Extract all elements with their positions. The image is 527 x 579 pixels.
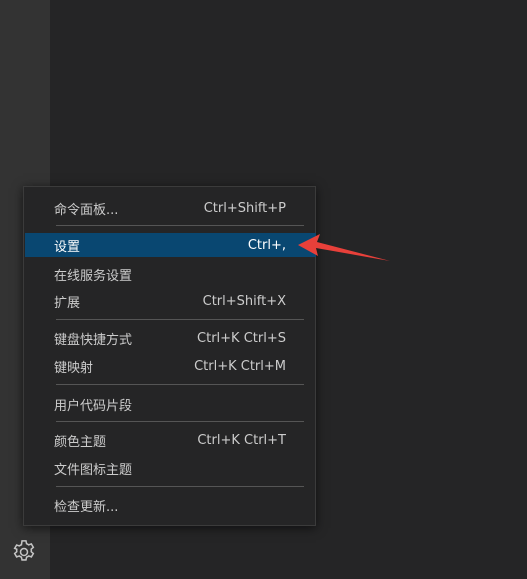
menu-item-shortcut: Ctrl+Shift+P [203,200,286,216]
menu-item-shortcut: Ctrl+, [247,237,286,253]
menu-item-keymaps[interactable]: 键映射 Ctrl+K Ctrl+M [25,354,316,378]
menu-separator [56,421,304,422]
menu-item-online-services-settings[interactable]: 在线服务设置 [25,262,316,286]
menu-item-color-theme[interactable]: 颜色主题 Ctrl+K Ctrl+T [25,428,316,452]
menu-item-shortcut: Ctrl+Shift+X [202,293,286,309]
menu-item-check-for-updates[interactable]: 检查更新... [25,493,316,517]
menu-item-shortcut: Ctrl+K Ctrl+S [197,330,286,346]
gear-icon[interactable] [10,538,38,566]
menu-item-keyboard-shortcuts[interactable]: 键盘快捷方式 Ctrl+K Ctrl+S [25,326,316,350]
menu-item-label: 命令面板... [54,202,119,218]
menu-item-shortcut: Ctrl+K Ctrl+M [194,358,286,374]
menu-item-label: 扩展 [54,295,81,311]
menu-separator [56,384,304,385]
menu-item-label: 键盘快捷方式 [54,332,133,348]
menu-item-label: 设置 [54,239,81,255]
menu-item-file-icon-theme[interactable]: 文件图标主题 [25,456,316,480]
menu-item-label: 用户代码片段 [54,398,133,414]
menu-item-extensions[interactable]: 扩展 Ctrl+Shift+X [25,289,316,313]
menu-separator [56,486,304,487]
menu-item-shortcut: Ctrl+K Ctrl+T [197,432,286,448]
manage-menu: 命令面板... Ctrl+Shift+P 设置 Ctrl+, 在线服务设置 扩展… [23,186,316,526]
menu-item-label: 在线服务设置 [54,268,133,284]
menu-separator [56,319,304,320]
menu-item-user-snippets[interactable]: 用户代码片段 [25,392,316,416]
menu-separator [56,225,304,226]
menu-item-label: 文件图标主题 [54,462,133,478]
menu-item-command-palette[interactable]: 命令面板... Ctrl+Shift+P [25,196,316,220]
menu-item-label: 检查更新... [54,499,119,515]
menu-item-label: 颜色主题 [54,434,107,450]
menu-item-label: 键映射 [54,360,94,376]
menu-item-settings[interactable]: 设置 Ctrl+, [25,233,316,257]
